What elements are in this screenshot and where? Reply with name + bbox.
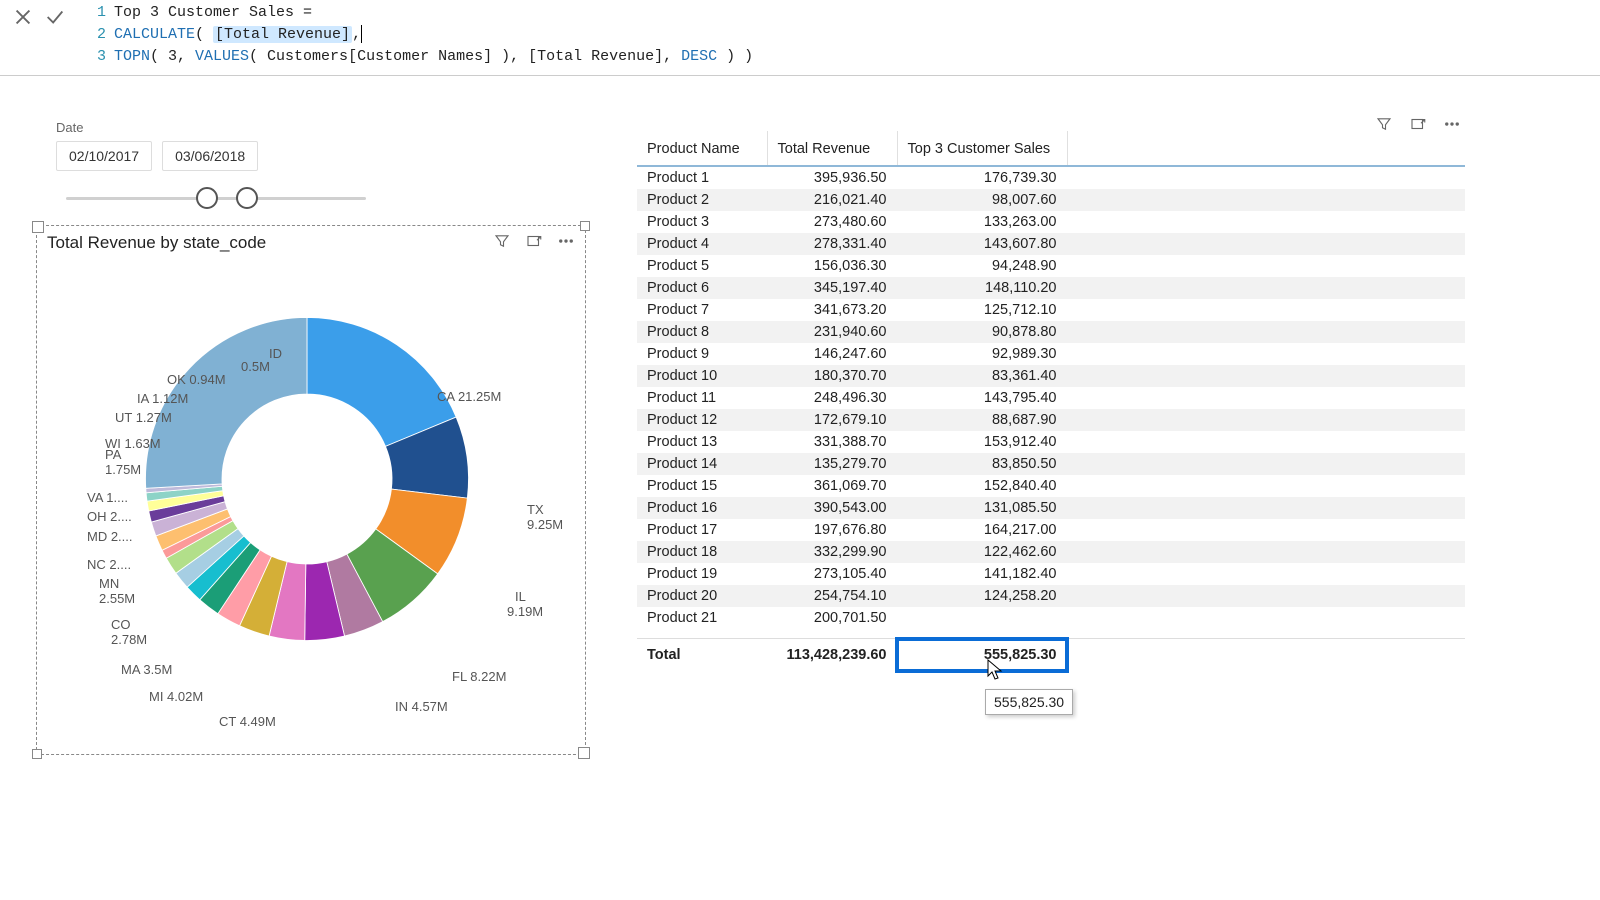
donut-label: NC 2.... [87,557,131,572]
filter-icon[interactable] [1375,115,1393,136]
col-top3-sales[interactable]: Top 3 Customer Sales [897,131,1067,166]
table-row[interactable]: Product 16390,543.00131,085.50 [637,497,1465,519]
donut-label: 9.19M [507,604,543,619]
commit-formula-button[interactable] [44,6,66,31]
table-row[interactable]: Product 7341,673.20125,712.10 [637,299,1465,321]
table-row[interactable]: Product 19273,105.40141,182.40 [637,563,1465,585]
table-row[interactable]: Product 4278,331.40143,607.80 [637,233,1465,255]
table-row[interactable]: Product 17197,676.80164,217.00 [637,519,1465,541]
table-row[interactable]: Product 1395,936.50176,739.30 [637,167,1465,189]
slider-handle-end[interactable] [236,187,258,209]
donut-label: UT 1.27M [115,410,172,425]
table-row[interactable]: Product 9146,247.6092,989.30 [637,343,1465,365]
table-row[interactable]: Product 12172,679.1088,687.90 [637,409,1465,431]
total-revenue-value: 113,428,239.60 [767,639,897,671]
table-row[interactable]: Product 21200,701.50 [637,607,1465,629]
donut-label: 2.78M [111,632,147,647]
donut-label: MI 4.02M [149,689,203,704]
donut-label: MA 3.5M [121,662,172,677]
cell-tooltip: 555,825.30 [985,689,1073,715]
table-row[interactable]: Product 18332,299.90122,462.60 [637,541,1465,563]
donut-label: CT 4.49M [219,714,276,729]
donut-label: 1.75M [105,462,141,477]
table-row[interactable]: Product 11248,496.30143,795.40 [637,387,1465,409]
donut-chart-visual[interactable]: Total Revenue by state_code CA 21.25MTX9… [36,225,586,755]
donut-label: ID [269,346,282,361]
donut-label: IL [515,589,526,604]
donut-label: MN [99,576,119,591]
table-row[interactable]: Product 3273,480.60133,263.00 [637,211,1465,233]
col-product-name[interactable]: Product Name [637,131,767,166]
formula-editor[interactable]: 1Top 3 Customer Sales = 2CALCULATE( [Tot… [90,0,1600,75]
table-row[interactable]: Product 13331,388.70153,912.40 [637,431,1465,453]
date-end-input[interactable]: 03/06/2018 [162,141,258,171]
donut-svg[interactable] [137,309,477,649]
date-slider[interactable] [56,179,376,219]
more-options-icon[interactable] [1443,115,1461,136]
donut-label: OH 2.... [87,509,132,524]
formula-actions [0,0,90,75]
date-start-input[interactable]: 02/10/2017 [56,141,152,171]
donut-label: OK 0.94M [167,372,226,387]
donut-label: CA 21.25M [437,389,501,404]
table-row[interactable]: Product 8231,940.6090,878.80 [637,321,1465,343]
table-row[interactable]: Product 2216,021.4098,007.60 [637,189,1465,211]
donut-label: CO [111,617,131,632]
donut-label: TX [527,502,544,517]
focus-mode-icon[interactable] [525,232,543,253]
table-row[interactable]: Product 20254,754.10124,258.20 [637,585,1465,607]
slider-handle-start[interactable] [196,187,218,209]
filter-icon[interactable] [493,232,511,253]
table-row[interactable]: Product 5156,036.3094,248.90 [637,255,1465,277]
donut-label: IA 1.12M [137,391,188,406]
total-top3-value: 555,825.30 [897,639,1067,671]
donut-label: 0.5M [241,359,270,374]
donut-label: WI 1.63M [105,436,161,451]
donut-label: IN 4.57M [395,699,448,714]
table-row[interactable]: Product 6345,197.40148,110.20 [637,277,1465,299]
date-slicer-label: Date [56,120,376,135]
col-total-revenue[interactable]: Total Revenue [767,131,897,166]
table-row[interactable]: Product 15361,069.70152,840.40 [637,475,1465,497]
donut-label: 9.25M [527,517,563,532]
total-label: Total [637,639,767,671]
donut-label: VA 1.... [87,490,128,505]
data-table[interactable]: Product Name Total Revenue Top 3 Custome… [637,131,1465,167]
more-options-icon[interactable] [557,232,575,253]
table-row[interactable]: Product 10180,370.7083,361.40 [637,365,1465,387]
donut-label: MD 2.... [87,529,133,544]
donut-label: 2.55M [99,591,135,606]
donut-label: FL 8.22M [452,669,506,684]
donut-title: Total Revenue by state_code [47,233,485,253]
cancel-formula-button[interactable] [12,6,34,31]
report-canvas[interactable]: Date 02/10/2017 03/06/2018 Total Revenue… [36,100,1564,880]
table-visual[interactable]: Product Name Total Revenue Top 3 Custome… [636,130,1466,700]
table-row[interactable]: Product 14135,279.7083,850.50 [637,453,1465,475]
date-slicer[interactable]: Date 02/10/2017 03/06/2018 [56,120,376,219]
focus-mode-icon[interactable] [1409,115,1427,136]
formula-bar: 1Top 3 Customer Sales = 2CALCULATE( [Tot… [0,0,1600,76]
